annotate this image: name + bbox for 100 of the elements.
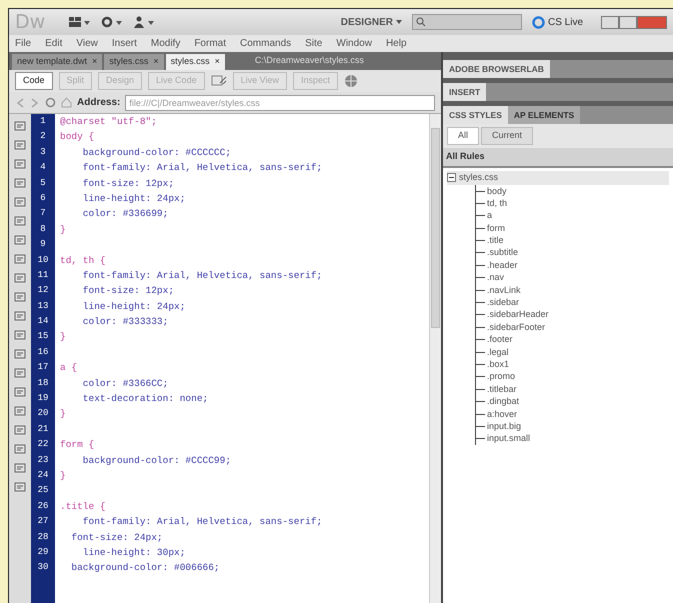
tab-close-button[interactable]: × [92, 55, 98, 69]
menu-item[interactable]: Site [305, 36, 322, 51]
tool-icon[interactable] [14, 481, 26, 493]
tree-item[interactable]: .promo [476, 370, 669, 383]
tool-icon[interactable] [14, 120, 26, 132]
menu-item[interactable]: View [76, 36, 98, 51]
tool-icon[interactable] [14, 424, 26, 436]
menu-item[interactable]: Insert [112, 36, 137, 51]
menu-item[interactable]: File [15, 36, 32, 51]
tree-root[interactable]: styles.css [447, 171, 669, 184]
tool-icon[interactable] [14, 367, 26, 379]
tab-close-button[interactable]: × [214, 55, 220, 69]
tree-item[interactable]: input.big [476, 420, 669, 432]
code-line: body { [60, 130, 96, 144]
mode-button[interactable]: Current [481, 127, 534, 145]
panel-title[interactable]: ADOBE BROWSERLAB [443, 60, 550, 78]
tool-icon[interactable] [14, 462, 26, 474]
mode-button[interactable]: All [447, 127, 480, 145]
document-tab[interactable]: styles.css × [104, 54, 164, 70]
tree-item[interactable]: body [476, 184, 669, 197]
code-line: @charset "utf-8"; [60, 115, 158, 129]
caret-icon [396, 20, 402, 24]
menu-item[interactable]: Window [336, 36, 372, 51]
tree-item[interactable]: .dingbat [476, 395, 669, 408]
line-number: 12 [36, 284, 50, 298]
tree-item[interactable]: .sidebarHeader [476, 308, 669, 321]
gear-icon[interactable] [101, 16, 124, 28]
globe-icon[interactable] [344, 74, 358, 88]
tool-icon[interactable] [14, 158, 26, 170]
menu-item[interactable]: Edit [45, 36, 62, 51]
panel-title[interactable]: INSERT [443, 83, 486, 101]
tree-item[interactable]: td, th [476, 196, 669, 210]
tool-icon[interactable] [14, 405, 26, 417]
code-line: text-decoration: none; [82, 392, 210, 406]
tree-item[interactable]: input.small [476, 432, 669, 445]
code-line: background-color: #CCCCCC; [82, 146, 232, 160]
person-icon[interactable] [133, 16, 156, 28]
code-line: color: #333333; [82, 315, 170, 330]
cs-live-icon[interactable] [532, 16, 545, 28]
tool-icon[interactable] [14, 348, 26, 360]
minimize-button[interactable] [601, 16, 619, 28]
tool-icon[interactable] [14, 177, 26, 189]
line-number: 27 [36, 515, 50, 528]
tool-icon[interactable] [14, 196, 26, 208]
code-line: background-color: #CCCC99; [82, 454, 232, 468]
line-number: 6 [39, 192, 47, 205]
tree-item[interactable]: .box1 [476, 358, 669, 370]
file-path: C:\Dreamweaver\styles.css [254, 54, 364, 68]
tool-icon[interactable] [14, 272, 26, 284]
tool-icon[interactable] [14, 253, 26, 265]
tree-item[interactable]: .sidebar [476, 296, 669, 308]
tree-item[interactable]: .legal [476, 346, 669, 358]
close-button[interactable] [637, 16, 667, 28]
tool-icon[interactable] [14, 386, 26, 398]
scrollbar[interactable] [429, 114, 441, 603]
tool-icon[interactable] [14, 234, 26, 246]
tool-icon[interactable] [14, 310, 26, 322]
collapse-icon[interactable] [447, 173, 456, 182]
tree-item[interactable]: .footer [476, 333, 669, 346]
tree-item[interactable]: .header [476, 258, 669, 272]
code-line: color: #336699; [82, 207, 170, 222]
tool-icon[interactable] [14, 215, 26, 227]
panel-tab[interactable]: AP ELEMENTS [508, 106, 580, 124]
tool-icon[interactable] [14, 139, 26, 151]
layout-menu-icon[interactable] [69, 16, 92, 28]
menu-item[interactable]: Modify [150, 36, 180, 51]
tool-icon[interactable] [14, 291, 26, 303]
document-tab[interactable]: new template.dwt × [12, 54, 102, 70]
panel-tab[interactable]: CSS STYLES [443, 106, 508, 124]
line-number: 2 [39, 130, 47, 144]
tree-item[interactable]: .subtitle [476, 246, 669, 259]
scrollbar-thumb[interactable] [431, 128, 440, 328]
line-number: 23 [36, 454, 50, 467]
tree-item[interactable]: .titlebar [476, 382, 669, 396]
menu-item[interactable]: Help [386, 36, 407, 51]
cs-live-label[interactable]: CS Live [548, 14, 583, 30]
tree-item[interactable]: form [476, 222, 669, 234]
code-line: a { [60, 361, 78, 376]
tool-icon[interactable] [14, 443, 26, 455]
tree-item[interactable]: .navLink [476, 284, 669, 296]
tree-item[interactable]: a:hover [476, 408, 669, 420]
line-number: 5 [39, 176, 47, 190]
tool-icon[interactable] [14, 329, 26, 341]
line-number: 3 [39, 146, 47, 159]
search-field[interactable] [412, 14, 522, 30]
maximize-button[interactable] [619, 16, 637, 28]
tree-item[interactable]: .nav [476, 271, 669, 284]
menu-item[interactable]: Format [194, 36, 226, 51]
line-number: 25 [36, 484, 50, 498]
code-line: } [60, 222, 67, 237]
tab-close-button[interactable]: × [153, 55, 159, 69]
tree-item[interactable]: a [476, 209, 669, 222]
code-line: .title { [60, 500, 107, 514]
menu-item[interactable]: Commands [240, 36, 292, 51]
workspace-switcher[interactable]: DESIGNER [340, 14, 402, 30]
view-button[interactable]: Code [15, 72, 53, 90]
code-line: td, th { [60, 254, 107, 268]
tree-item[interactable]: .sidebarFooter [476, 320, 669, 334]
tree-item[interactable]: .title [476, 234, 669, 246]
document-tab[interactable]: styles.css × [166, 54, 225, 70]
